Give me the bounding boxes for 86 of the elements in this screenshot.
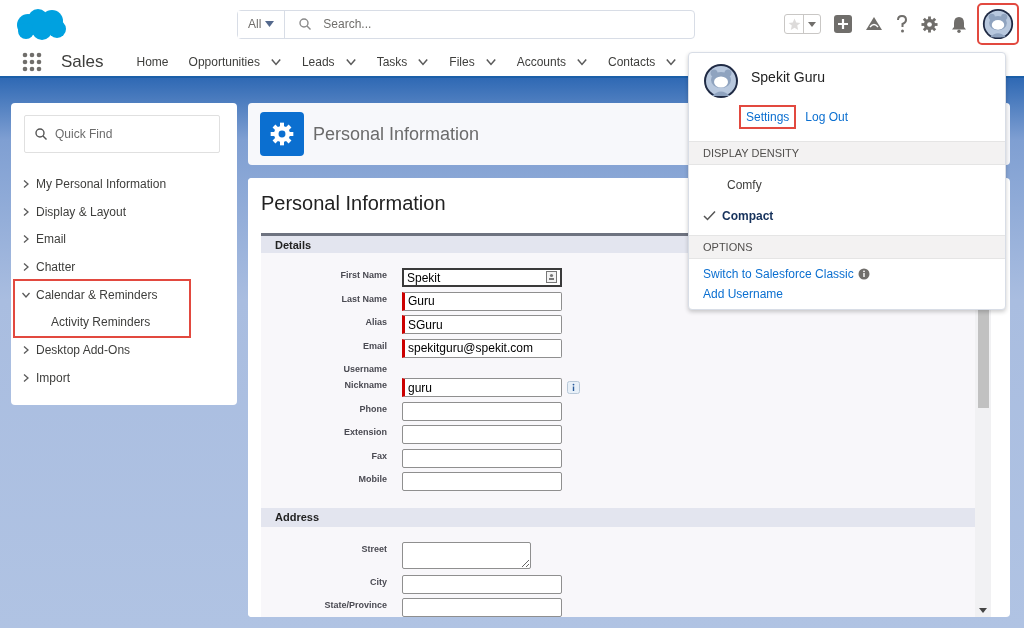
chevron-right-icon[interactable] [21,206,31,217]
field-label: Alias [365,317,387,327]
page-title: Personal Information [313,123,480,145]
chevron-right-icon[interactable] [21,178,31,189]
nav-tab[interactable]: Contacts [608,55,682,69]
text-field[interactable] [402,401,562,421]
chevron-right-icon[interactable] [21,261,31,272]
field-label: State/Province [324,600,387,610]
text-field[interactable] [402,448,562,468]
menu-link[interactable]: Switch to Salesforce Classic [703,267,854,281]
contact-card-icon[interactable] [546,271,557,283]
text-field[interactable] [402,574,562,594]
sidebar-subitem[interactable]: Activity Reminders [51,315,151,330]
sidebar-item[interactable]: Email [36,232,66,247]
avatar-button[interactable] [980,6,1016,42]
caret-down-icon[interactable] [265,21,275,27]
density-option[interactable]: Comfy [727,177,762,192]
text-field[interactable] [402,598,562,617]
star-icon[interactable] [787,17,801,31]
text-field[interactable] [402,425,562,444]
field-label: Last Name [341,293,387,304]
field-label: Street [361,543,387,554]
form-heading: Personal Information [261,192,446,215]
nav-tab[interactable]: Leads [301,55,361,69]
plus-icon[interactable] [834,15,852,33]
density-option[interactable]: Compact [722,208,774,223]
quick-find-field[interactable]: Quick Find [24,115,220,153]
menu-link[interactable]: Add Username [703,287,784,301]
field-label: City [370,576,387,587]
app-name: Sales [61,52,104,72]
field-label: Username [343,364,387,374]
sidebar-item[interactable]: Desktop Add-Ons [36,342,131,357]
settings-icon [260,112,304,156]
text-field[interactable]: guru [402,378,562,397]
notifications-icon[interactable] [951,15,967,33]
favorites-button[interactable] [784,14,821,34]
section-header: OPTIONS [689,235,1005,259]
field-label: First Name [340,270,387,280]
menu-link[interactable]: Settings [741,107,795,127]
field-label: Fax [371,450,387,461]
scope-dropdown[interactable]: All [238,10,286,38]
info-icon[interactable] [857,268,870,280]
text-field[interactable]: Spekit [402,268,562,287]
chevron-right-icon[interactable] [21,372,31,383]
field-label: Email [363,340,387,351]
chevron-down-icon[interactable] [417,56,430,68]
sidebar-item[interactable]: Calendar & Reminders [36,287,158,302]
chevron-down-icon[interactable] [269,56,282,68]
sidebar-item[interactable]: Import [36,370,70,385]
cloud-logo-icon [14,7,66,41]
nav-tab[interactable]: Home [136,55,173,69]
text-field[interactable]: spekitguru@spekit.com [402,338,562,358]
nav-tab[interactable]: Accounts [516,55,592,69]
nav-tab[interactable]: Opportunities [188,55,286,69]
field-label: Extension [344,427,387,437]
info-icon[interactable] [567,381,580,394]
sidebar-item[interactable]: Display & Layout [36,204,127,219]
section-header: DISPLAY DENSITY [689,141,1005,165]
chevron-down-icon[interactable] [484,56,497,68]
sidebar-item[interactable]: Chatter [36,259,76,274]
chevron-right-icon[interactable] [21,344,31,355]
settings-icon[interactable] [921,15,938,33]
app-launcher-icon[interactable] [22,52,42,72]
search-icon [35,128,47,140]
sidebar-item[interactable]: My Personal Information [36,176,167,191]
caret-down-icon[interactable] [808,21,816,27]
search-field[interactable]: All Search... [237,9,695,39]
field-label: Nickname [344,380,387,390]
search-icon [299,18,312,30]
caret-down-icon[interactable] [979,608,987,613]
field-label: Phone [359,403,387,414]
help-icon[interactable] [896,15,908,33]
chevron-down-icon[interactable] [665,56,678,68]
chevron-down-icon[interactable] [344,56,357,68]
text-field[interactable] [402,472,562,491]
nav-tab[interactable]: Files [449,55,501,69]
nav-tab[interactable]: Tasks [376,55,434,69]
chevron-right-icon[interactable] [21,234,31,245]
text-field[interactable]: SGuru [402,315,562,334]
user-name: Spekit Guru [751,69,826,85]
menu-link[interactable]: Log Out [800,107,854,127]
field-label: Mobile [358,474,387,484]
chevron-down-icon[interactable] [576,56,588,68]
text-field[interactable]: Guru [402,291,562,311]
text-area[interactable] [402,541,531,569]
user-avatar-icon [703,63,739,99]
